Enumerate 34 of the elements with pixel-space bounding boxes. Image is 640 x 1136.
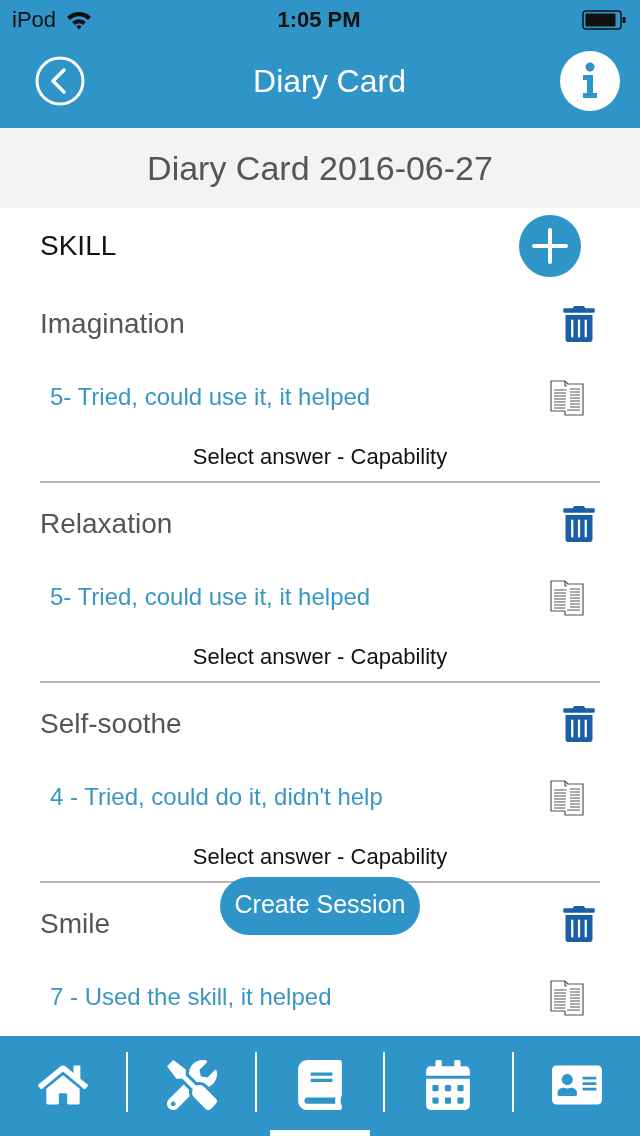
skill-name: Imagination — [40, 308, 185, 340]
skill-name: Relaxation — [40, 508, 173, 540]
answer-value[interactable]: 5- Tried, could use it, it helped — [50, 383, 371, 411]
back-icon — [35, 56, 85, 106]
skill-name: Smile — [40, 908, 110, 940]
status-time: 1:05 PM — [277, 7, 361, 33]
carrier-name: iPod — [12, 7, 57, 33]
delete-button[interactable] — [561, 906, 597, 942]
delete-button[interactable] — [561, 706, 597, 742]
trash-icon — [561, 306, 597, 342]
info-icon — [560, 51, 620, 111]
card-title: Diary Card 2016-06-27 — [147, 148, 493, 188]
trash-icon — [561, 906, 597, 942]
answer-value[interactable]: 7 - Used the skill, it helped — [50, 983, 332, 1011]
create-session-button[interactable]: Create Session — [220, 877, 420, 935]
section-title: SKILL — [40, 229, 117, 262]
answer-prompt[interactable]: Select answer - Capability — [192, 644, 448, 670]
trash-icon — [561, 706, 597, 742]
answer-value[interactable]: 4 - Tried, could do it, didn't help — [50, 783, 383, 811]
trash-icon — [561, 506, 597, 542]
wifi-icon — [66, 10, 93, 30]
book-icon — [295, 1060, 345, 1110]
answer-prompt[interactable]: Select answer - Capability — [192, 844, 448, 870]
nav-title: Diary Card — [253, 62, 406, 100]
delete-button[interactable] — [561, 506, 597, 542]
battery-icon — [582, 10, 626, 30]
back-button[interactable] — [35, 56, 85, 106]
plus-icon — [532, 227, 568, 264]
answer-prompt[interactable]: Select answer - Capability — [192, 444, 448, 470]
info-button[interactable] — [560, 51, 620, 111]
answer-value[interactable]: 5- Tried, could use it, it helped — [50, 583, 371, 611]
tools-icon — [166, 1060, 217, 1110]
delete-button[interactable] — [561, 306, 597, 342]
skill-name: Self-soothe — [40, 708, 182, 740]
